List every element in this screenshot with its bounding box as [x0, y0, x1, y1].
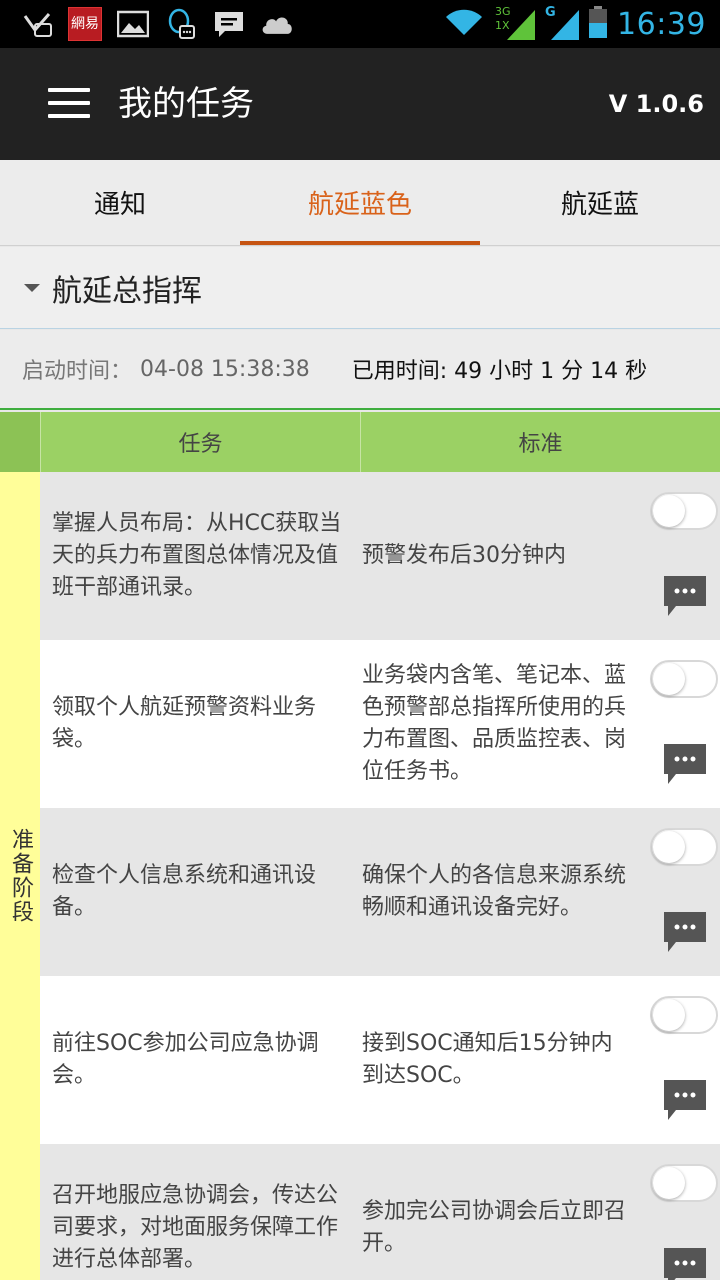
- toggle-knob: [653, 495, 685, 527]
- status-bar: 網易 3G 1X G 16:39: [0, 0, 720, 48]
- standard-text: 确保个人的各信息来源系统畅顺和通讯设备完好。: [362, 863, 627, 920]
- netease-badge-text: 網易: [71, 16, 99, 32]
- menu-icon[interactable]: [48, 88, 90, 120]
- system-icons: 3G 1X G 16:39: [443, 4, 706, 44]
- phase-header-cell: [0, 412, 40, 472]
- phase-column: 准备阶段: [0, 472, 40, 1280]
- start-time-label: 启动时间：: [22, 359, 133, 384]
- tab-bar: 通知 航延蓝色 航延蓝: [0, 160, 720, 246]
- standard-column-header: 标准: [360, 412, 720, 472]
- task-text: 掌握人员布局：从HCC获取当天的兵力布置图总体情况及值班干部通讯录。: [52, 511, 342, 600]
- task-text: 检查个人信息系统和通讯设备。: [52, 863, 317, 920]
- missed-call-icon: [20, 9, 54, 39]
- toggle-knob: [653, 1167, 685, 1199]
- cloud-icon: [260, 9, 294, 39]
- standard-text: 业务袋内含笔、笔记本、蓝色预警部总指挥所使用的兵力布置图、品质监控表、岗位任务书…: [362, 663, 627, 784]
- qq-icon: [164, 8, 198, 39]
- task-done-toggle[interactable]: [650, 828, 718, 866]
- start-time-value: 04-08 15:38:38: [140, 356, 310, 382]
- clock: 16:39: [617, 6, 706, 42]
- task-done-toggle[interactable]: [650, 1164, 718, 1202]
- table-row: 检查个人信息系统和通讯设备。 确保个人的各信息来源系统畅顺和通讯设备完好。: [40, 808, 720, 976]
- elapsed-time: 已用时间: 49 小时 1 分 14 秒: [351, 359, 648, 384]
- table-row: 召开地服应急协调会，传达公司要求，对地面服务保障工作进行总体部署。 参加完公司协…: [40, 1144, 720, 1280]
- app-bar: 我的任务 V 1.0.6: [0, 48, 720, 160]
- wifi-icon: [443, 7, 485, 41]
- task-text: 前往SOC参加公司应急协调会。: [52, 1031, 319, 1088]
- signal-3g-icon: 3G 1X: [495, 6, 536, 42]
- comment-icon[interactable]: [664, 744, 706, 784]
- message-icon: [212, 9, 246, 39]
- task-text: 召开地服应急协调会，传达公司要求，对地面服务保障工作进行总体部署。: [52, 1183, 339, 1272]
- time-info: 启动时间： 04-08 15:38:38 已用时间: 49 小时 1 分 14 …: [0, 330, 720, 410]
- standard-text: 接到SOC通知后15分钟内到达SOC。: [362, 1031, 613, 1088]
- page-title: 我的任务: [118, 84, 254, 124]
- notification-icons: 網易: [20, 7, 294, 41]
- table-header: 任务 标准: [0, 412, 720, 472]
- task-text: 领取个人航延预警资料业务袋。: [52, 695, 317, 752]
- comment-icon[interactable]: [664, 1080, 706, 1120]
- table-row: 掌握人员布局：从HCC获取当天的兵力布置图总体情况及值班干部通讯录。 预警发布后…: [40, 472, 720, 640]
- table-row: 领取个人航延预警资料业务袋。 业务袋内含笔、笔记本、蓝色预警部总指挥所使用的兵力…: [40, 640, 720, 808]
- task-column-header: 任务: [40, 412, 360, 472]
- comment-icon[interactable]: [664, 912, 706, 952]
- tab-delay-blue[interactable]: 航延蓝: [480, 160, 720, 245]
- version-label: V 1.0.6: [608, 90, 704, 118]
- comment-icon[interactable]: [664, 1248, 706, 1280]
- tab-notice[interactable]: 通知: [0, 160, 240, 245]
- netease-app-icon: 網易: [68, 7, 102, 41]
- task-done-toggle[interactable]: [650, 660, 718, 698]
- battery-icon: [589, 6, 608, 42]
- toggle-knob: [653, 663, 685, 695]
- toggle-knob: [653, 999, 685, 1031]
- tab-delay-blue-level[interactable]: 航延蓝色: [240, 160, 480, 245]
- task-list: 掌握人员布局：从HCC获取当天的兵力布置图总体情况及值班干部通讯录。 预警发布后…: [40, 472, 720, 1280]
- table-row: 前往SOC参加公司应急协调会。 接到SOC通知后15分钟内到达SOC。: [40, 976, 720, 1144]
- task-done-toggle[interactable]: [650, 492, 718, 530]
- image-icon: [116, 9, 150, 39]
- signal-g-icon: G: [545, 6, 580, 42]
- comment-icon[interactable]: [664, 576, 706, 616]
- phase-label: 准备阶段: [8, 828, 33, 924]
- section-header[interactable]: 航延总指挥: [0, 247, 720, 329]
- task-done-toggle[interactable]: [650, 996, 718, 1034]
- section-title: 航延总指挥: [52, 273, 202, 309]
- standard-text: 参加完公司协调会后立即召开。: [362, 1199, 627, 1256]
- toggle-knob: [653, 831, 685, 863]
- expand-caret-icon: [24, 283, 40, 292]
- standard-text: 预警发布后30分钟内: [362, 543, 566, 568]
